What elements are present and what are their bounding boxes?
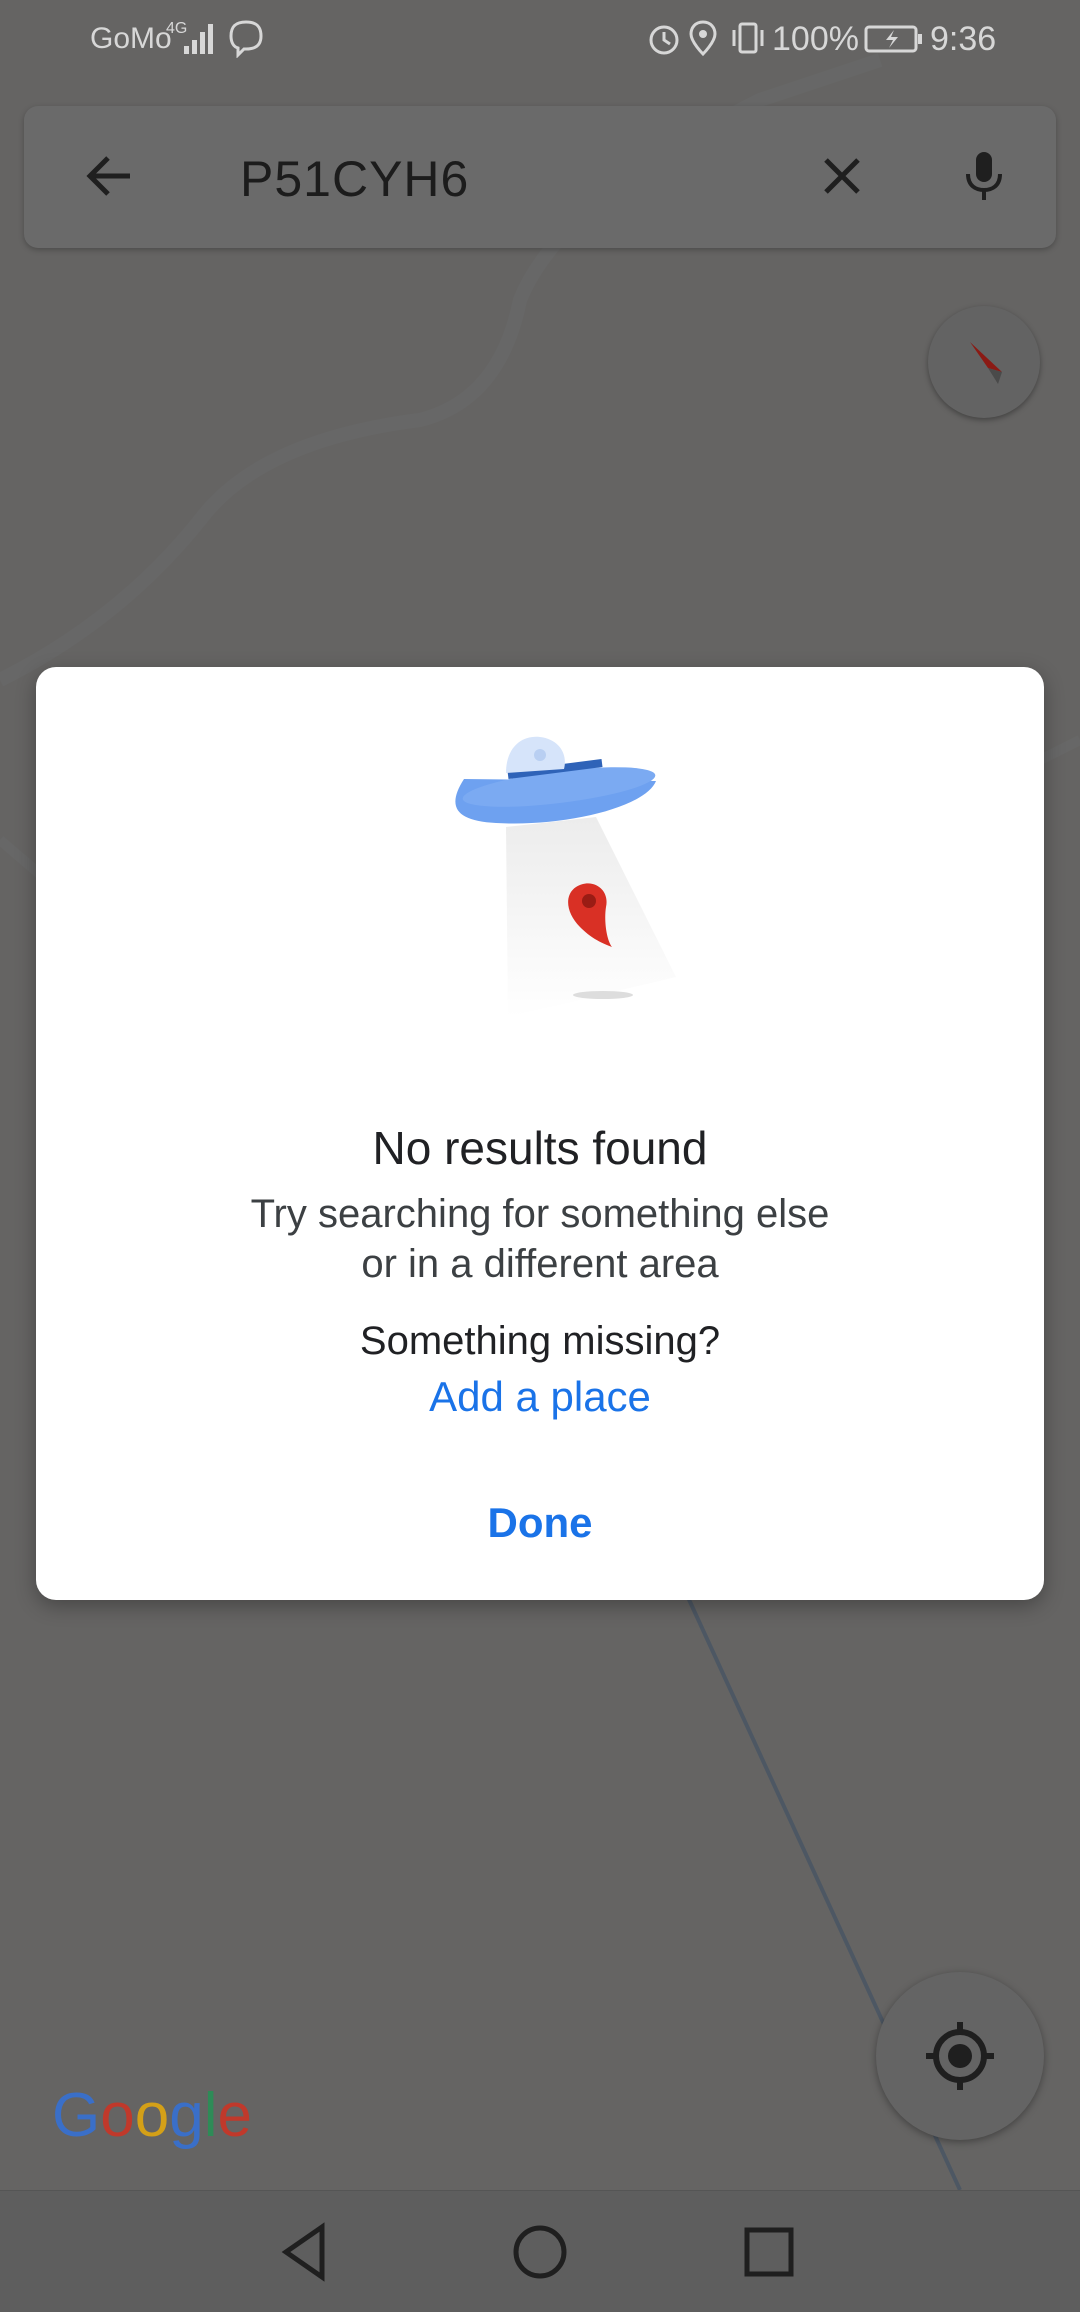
google-logo: Google	[52, 2081, 252, 2150]
compass-icon	[970, 342, 1002, 384]
vibrate-icon	[732, 22, 764, 54]
dialog-message: Try searching for something else or in a…	[36, 1189, 1044, 1289]
something-missing-text: Something missing?	[359, 1319, 721, 1363]
alarm-icon	[649, 25, 679, 55]
no-results-dialog: No results found Try searching for somet…	[36, 667, 1044, 1600]
signal-icon	[184, 24, 213, 54]
my-location-icon	[926, 2022, 994, 2090]
battery-charging-icon	[864, 25, 922, 53]
ufo-illustration	[455, 736, 676, 1017]
dialog-message-line: Try searching for something else	[250, 1192, 830, 1236]
carrier-label: GoMo	[90, 22, 172, 55]
dialog-message-line: or in a different area	[361, 1242, 719, 1286]
my-location-button[interactable]	[876, 1972, 1044, 2140]
add-place-link[interactable]: Add a place	[416, 1373, 664, 1421]
battery-percent: 100%	[772, 20, 859, 58]
close-icon[interactable]	[812, 146, 872, 206]
dialog-title: No results found	[372, 1122, 708, 1174]
location-status-icon	[689, 20, 717, 57]
square-recents-icon[interactable]	[734, 2217, 804, 2287]
system-nav-bar	[0, 2190, 1080, 2312]
maps-screen: GoMo 4G 100% 9:36 P51CYH6 No results fou…	[0, 0, 1080, 2312]
arrow-left-icon[interactable]	[80, 146, 140, 206]
clock: 9:36	[930, 20, 997, 58]
done-button[interactable]: Done	[440, 1499, 640, 1565]
triangle-back-icon[interactable]	[272, 2217, 342, 2287]
status-bar: GoMo 4G 100% 9:36	[0, 0, 1080, 80]
circle-home-icon[interactable]	[505, 2217, 575, 2287]
compass-button[interactable]	[928, 306, 1040, 418]
search-input[interactable]: P51CYH6	[240, 150, 469, 208]
viber-icon	[229, 20, 263, 58]
search-bar[interactable]: P51CYH6	[24, 106, 1056, 248]
microphone-icon[interactable]	[954, 146, 1014, 206]
